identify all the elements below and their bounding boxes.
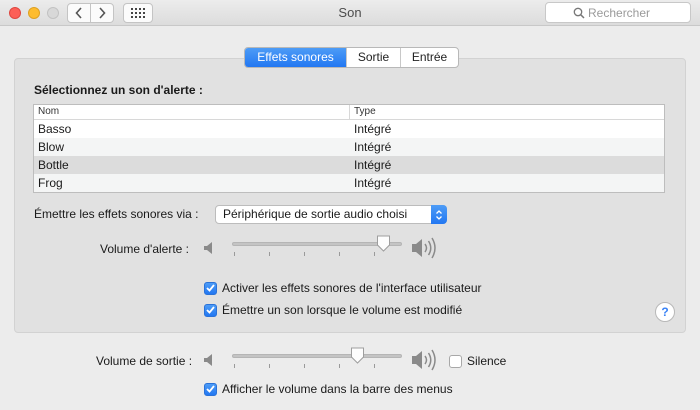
table-row[interactable]: Frog Intégré <box>34 174 664 192</box>
sound-name: Basso <box>38 122 72 136</box>
sound-name: Blow <box>38 140 65 154</box>
sound-type: Intégré <box>354 122 392 136</box>
ui-effects-checkbox[interactable]: Activer les effets sonores de l'interfac… <box>204 281 482 295</box>
slider-track <box>232 354 402 358</box>
speaker-high-icon <box>412 349 436 371</box>
speaker-low-icon <box>204 242 212 254</box>
output-device-value: Périphérique de sortie audio choisi <box>223 207 408 221</box>
slider-tick <box>339 364 340 368</box>
output-volume-label: Volume de sortie : <box>96 354 193 368</box>
silence-label: Silence <box>467 354 507 368</box>
sound-name: Frog <box>38 176 63 190</box>
sound-type: Intégré <box>354 140 392 154</box>
sound-name: Bottle <box>38 158 69 172</box>
sound-type: Intégré <box>354 158 392 172</box>
table-row[interactable]: Basso Intégré <box>34 120 664 138</box>
help-button[interactable]: ? <box>655 302 675 322</box>
menu-bar-volume-checkbox[interactable]: Afficher le volume dans la barre des men… <box>204 382 453 396</box>
checkmark-icon <box>204 382 217 396</box>
silence-checkbox[interactable]: Silence <box>449 354 506 368</box>
table-header: Nom Type <box>34 105 664 120</box>
slider-tick <box>269 364 270 368</box>
slider-tick <box>234 364 235 368</box>
tab-bar: Effets sonores Sortie Entrée <box>244 47 459 68</box>
table-row[interactable]: Blow Intégré <box>34 138 664 156</box>
output-device-popup[interactable]: Périphérique de sortie audio choisi <box>215 205 447 224</box>
alert-volume-slider[interactable] <box>232 235 402 256</box>
table-row-selected[interactable]: Bottle Intégré <box>34 156 664 174</box>
output-volume-slider[interactable] <box>232 347 402 368</box>
checkbox-box <box>449 354 462 368</box>
slider-tick <box>304 364 305 368</box>
search-placeholder: Rechercher <box>588 5 651 20</box>
volume-feedback-label: Émettre un son lorsque le volume est mod… <box>222 303 463 317</box>
title-bar: Son Rechercher <box>0 0 700 26</box>
alert-volume-label: Volume d'alerte : <box>100 242 190 256</box>
popup-arrows-icon <box>431 205 447 224</box>
tab-sortie[interactable]: Sortie <box>346 48 400 67</box>
slider-tick <box>234 252 235 256</box>
tab-entree[interactable]: Entrée <box>400 48 458 67</box>
speaker-high-icon <box>412 237 436 259</box>
slider-tick <box>374 364 375 368</box>
column-header-name[interactable]: Nom <box>34 105 350 119</box>
ui-effects-label: Activer les effets sonores de l'interfac… <box>222 281 482 295</box>
search-field[interactable]: Rechercher <box>545 2 691 23</box>
slider-tick <box>304 252 305 256</box>
tab-effets-sonores[interactable]: Effets sonores <box>245 48 346 67</box>
alert-sound-heading: Sélectionnez un son d'alerte : <box>34 83 203 97</box>
play-via-label: Émettre les effets sonores via : <box>34 207 199 221</box>
slider-knob[interactable] <box>350 347 365 364</box>
column-header-type[interactable]: Type <box>350 105 376 119</box>
alert-sound-table: Nom Type Basso Intégré Blow Intégré Bott… <box>33 104 665 193</box>
checkmark-icon <box>204 281 217 295</box>
slider-tick <box>339 252 340 256</box>
slider-tick <box>269 252 270 256</box>
checkmark-icon <box>204 303 217 317</box>
speaker-low-icon <box>204 354 212 366</box>
slider-knob[interactable] <box>376 235 391 252</box>
menu-bar-volume-label: Afficher le volume dans la barre des men… <box>222 382 453 396</box>
volume-feedback-checkbox[interactable]: Émettre un son lorsque le volume est mod… <box>204 303 462 317</box>
search-icon <box>573 7 585 19</box>
sound-type: Intégré <box>354 176 392 190</box>
slider-tick <box>374 252 375 256</box>
